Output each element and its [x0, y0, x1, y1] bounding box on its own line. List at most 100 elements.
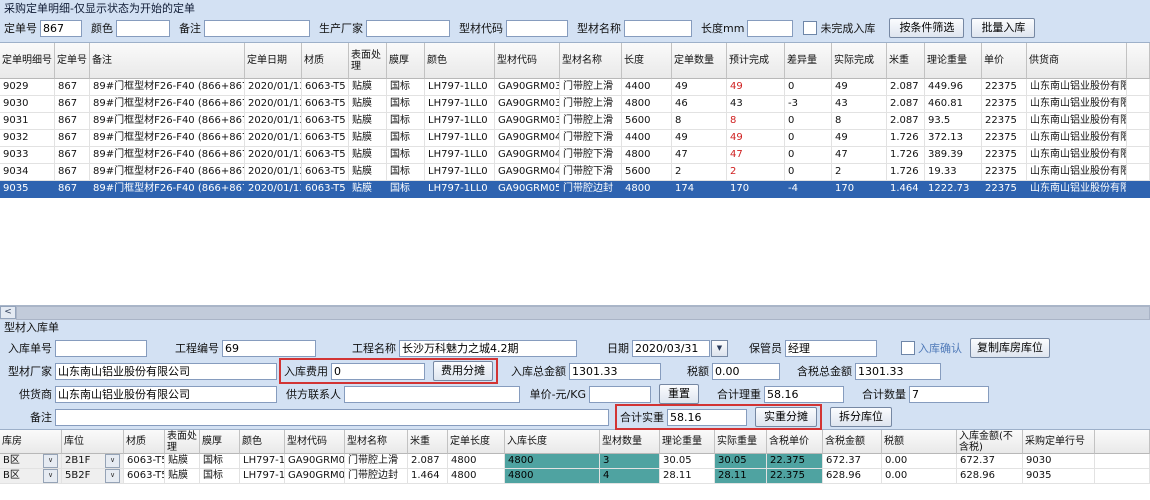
column-header[interactable]: 长度	[622, 43, 672, 79]
column-header[interactable]: 差异量	[785, 43, 832, 79]
calendar-dropdown-icon[interactable]: ▼	[711, 340, 728, 357]
keeper-field[interactable]	[785, 340, 877, 357]
column-header[interactable]: 含税金额	[823, 430, 882, 454]
column-header[interactable]: 定单日期	[245, 43, 302, 79]
filter-input-4[interactable]	[506, 20, 568, 37]
table-row[interactable]: 902986789#门框型材F26-F40 (866+867)2020/01/1…	[0, 79, 1150, 96]
reset-button[interactable]: 重置	[659, 384, 699, 404]
date-field[interactable]	[632, 340, 710, 357]
table-row[interactable]: 903486789#门框型材F26-F40 (866+867)2020/01/1…	[0, 164, 1150, 181]
actual-share-button[interactable]: 实重分摊	[755, 407, 817, 427]
filter-input-3[interactable]	[366, 20, 450, 37]
batch-inbound-button[interactable]: 批量入库	[971, 18, 1035, 38]
cell: 22375	[982, 79, 1027, 96]
table-row[interactable]: 903286789#门框型材F26-F40 (866+867)2020/01/1…	[0, 130, 1150, 147]
chevron-down-icon[interactable]: ∨	[105, 454, 120, 468]
filter-input-0[interactable]	[40, 20, 82, 37]
total-qty-field[interactable]	[909, 386, 989, 403]
column-header[interactable]: 理论重量	[925, 43, 982, 79]
column-header[interactable]: 含税单价	[767, 430, 823, 454]
scrollbar-thumb[interactable]	[16, 306, 1150, 320]
column-header[interactable]: 理论重量	[660, 430, 715, 454]
filter-by-condition-button[interactable]: 按条件筛选	[889, 18, 964, 38]
cell: 2020/01/13	[245, 164, 302, 181]
project-name-label: 工程名称	[316, 340, 396, 356]
column-header[interactable]: 膜厚	[200, 430, 240, 454]
cell: 9030	[1023, 454, 1095, 469]
factory-field[interactable]	[55, 363, 277, 380]
supplier-field[interactable]	[55, 386, 277, 403]
chevron-down-icon[interactable]: ∨	[105, 469, 120, 483]
cell: 2	[727, 164, 785, 181]
column-header[interactable]: 定单号	[55, 43, 90, 79]
column-header[interactable]: 税额	[882, 430, 957, 454]
filter-input-1[interactable]	[116, 20, 170, 37]
unfinished-checkbox[interactable]	[803, 21, 817, 35]
fee-share-button[interactable]: 费用分摊	[433, 361, 493, 381]
table-row[interactable]: B区∨5B2F∨6063-T5贴膜国标LH797-1LL0GA90GRM05门带…	[0, 469, 1150, 484]
column-header[interactable]: 膜厚	[387, 43, 425, 79]
column-header[interactable]: 米重	[408, 430, 448, 454]
form-row-1: 入库单号 工程编号 工程名称 日期 ▼ 保管员 入库确认 复制库房库位	[0, 337, 1150, 359]
column-header[interactable]: 定单长度	[448, 430, 505, 454]
remark-field[interactable]	[55, 409, 609, 426]
column-header[interactable]: 材质	[302, 43, 349, 79]
project-no-field[interactable]	[222, 340, 316, 357]
cell: GA90GRM03	[495, 96, 560, 113]
table-row[interactable]: 903586789#门框型材F26-F40 (866+867)2020/01/1…	[0, 181, 1150, 198]
column-header[interactable]: 型材数量	[600, 430, 660, 454]
tax-total-field[interactable]	[855, 363, 941, 380]
column-header[interactable]: 颜色	[425, 43, 495, 79]
tax-field[interactable]	[712, 363, 780, 380]
actual-weight-field[interactable]	[667, 409, 747, 426]
column-header[interactable]: 型材名称	[345, 430, 408, 454]
scroll-left-icon[interactable]: <	[0, 306, 16, 319]
unit-price-field[interactable]	[589, 386, 651, 403]
column-header[interactable]: 型材代码	[495, 43, 560, 79]
column-header[interactable]: 备注	[90, 43, 245, 79]
column-header[interactable]: 库位	[62, 430, 124, 454]
chevron-down-icon[interactable]: ∨	[43, 469, 58, 483]
filter-input-2[interactable]	[204, 20, 310, 37]
column-header[interactable]: 材质	[124, 430, 165, 454]
column-header[interactable]: 供货商	[1027, 43, 1127, 79]
filter-input-5[interactable]	[624, 20, 692, 37]
column-header[interactable]: 型材代码	[285, 430, 345, 454]
cell: 628.96	[957, 469, 1023, 484]
total-amount-field[interactable]	[569, 363, 661, 380]
column-header[interactable]: 预计完成	[727, 43, 785, 79]
theoretical-weight-field[interactable]	[764, 386, 844, 403]
split-location-button[interactable]: 拆分库位	[830, 407, 892, 427]
table-row[interactable]: 903386789#门框型材F26-F40 (866+867)2020/01/1…	[0, 147, 1150, 164]
project-name-field[interactable]	[399, 340, 577, 357]
column-header[interactable]: 表面处理	[349, 43, 387, 79]
inbound-confirm-checkbox[interactable]	[901, 341, 915, 355]
fee-field[interactable]	[331, 363, 425, 380]
chevron-down-icon[interactable]: ∨	[43, 454, 58, 468]
column-header[interactable]: 米重	[887, 43, 925, 79]
column-header[interactable]: 单价	[982, 43, 1027, 79]
column-header[interactable]: 实际完成	[832, 43, 887, 79]
column-header[interactable]: 表面处理	[165, 430, 200, 454]
column-header[interactable]: 入库长度	[505, 430, 600, 454]
column-header[interactable]: 入库金额(不含税)	[957, 430, 1023, 454]
column-header[interactable]: 采购定单行号	[1023, 430, 1095, 454]
table-row[interactable]: 903186789#门框型材F26-F40 (866+867)2020/01/1…	[0, 113, 1150, 130]
horizontal-scrollbar[interactable]: <	[0, 305, 1150, 320]
contact-field[interactable]	[344, 386, 520, 403]
column-header[interactable]: 型材名称	[560, 43, 622, 79]
column-header[interactable]: 定单明细号	[0, 43, 55, 79]
column-header[interactable]: 颜色	[240, 430, 285, 454]
column-header[interactable]: 库房	[0, 430, 62, 454]
cell: 4400	[622, 130, 672, 147]
column-header[interactable]: 实际重量	[715, 430, 767, 454]
table-row[interactable]: 903086789#门框型材F26-F40 (866+867)2020/01/1…	[0, 96, 1150, 113]
copy-warehouse-button[interactable]: 复制库房库位	[970, 338, 1050, 358]
filter-input-6[interactable]	[747, 20, 793, 37]
cell: 867	[55, 164, 90, 181]
table-row[interactable]: B区∨2B1F∨6063-T5贴膜国标LH797-1LL0GA90GRM03门带…	[0, 454, 1150, 469]
column-header-filler	[1095, 430, 1150, 454]
total-amount-label: 入库总金额	[500, 363, 566, 379]
receipt-no-field[interactable]	[55, 340, 147, 357]
column-header[interactable]: 定单数量	[672, 43, 727, 79]
